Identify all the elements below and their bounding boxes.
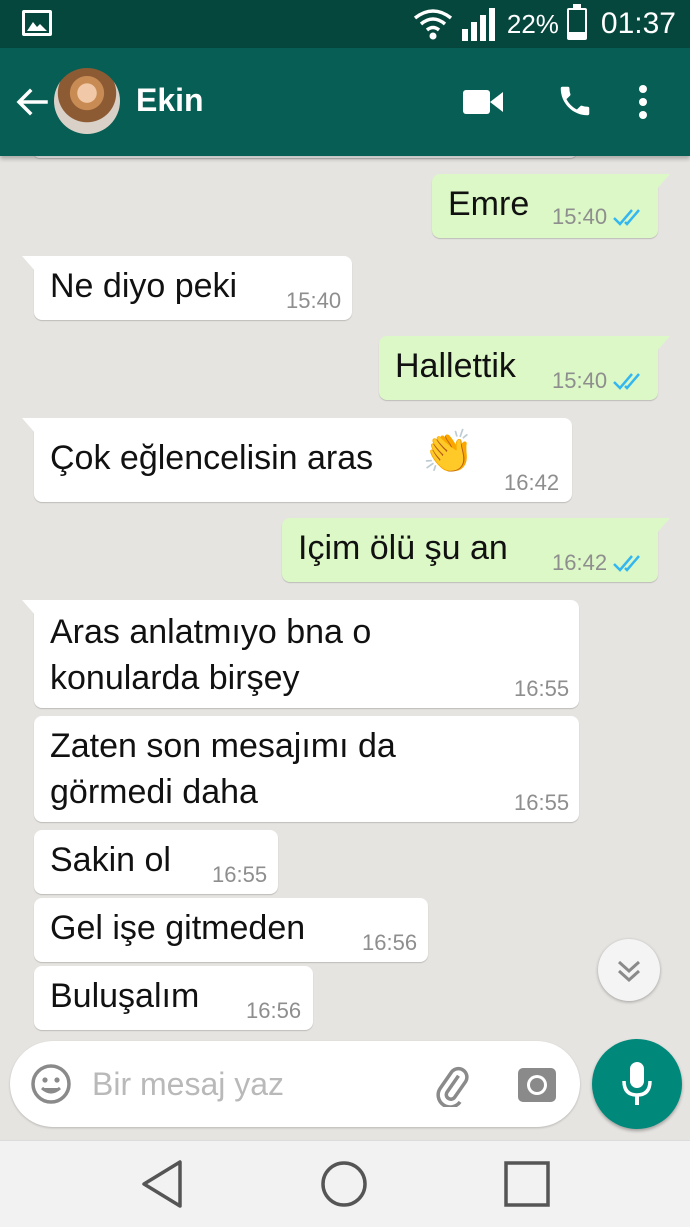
scroll-to-bottom-button[interactable] <box>598 939 660 1001</box>
message-text-line: Aras anlatmıyo bna o <box>50 613 372 651</box>
message-text-line: konularda birşey <box>50 659 300 697</box>
status-bar: 22% 01:37 <box>0 0 690 48</box>
double-check-icon <box>613 555 640 572</box>
partial-message <box>34 156 576 158</box>
message-text: Buluşalım <box>50 977 200 1015</box>
incoming-message[interactable]: Sakin ol 16:55 <box>34 830 278 894</box>
back-arrow-icon[interactable] <box>12 82 52 122</box>
mic-icon <box>622 1062 652 1105</box>
battery-percent: 22% <box>506 8 559 39</box>
message-text: Ne diyo peki <box>50 267 238 305</box>
more-vert-icon[interactable] <box>636 84 650 120</box>
back-triangle-icon[interactable] <box>140 1159 184 1209</box>
message-time: 15:40 <box>286 288 342 313</box>
recents-square-icon[interactable] <box>504 1161 550 1207</box>
camera-icon[interactable] <box>516 1063 558 1105</box>
paperclip-icon[interactable] <box>430 1063 474 1107</box>
battery-icon <box>566 4 587 40</box>
message-text: Çok eğlencelisin aras <box>50 439 374 477</box>
emoji-icon[interactable] <box>30 1063 72 1105</box>
system-nav-bar <box>0 1140 690 1227</box>
double-chevron-down-icon <box>617 960 641 983</box>
message-text: Emre <box>448 185 530 223</box>
message-time: 16:55 <box>514 676 570 701</box>
wifi-icon <box>413 9 452 40</box>
message-time: 16:55 <box>212 862 268 887</box>
message-time: 16:42 <box>504 470 560 495</box>
message-time: 16:55 <box>514 790 570 815</box>
message-text: Içim ölü şu an <box>298 529 508 567</box>
message-text-line: görmedi daha <box>50 773 258 811</box>
signal-icon <box>461 8 495 41</box>
video-call-icon[interactable] <box>462 88 504 116</box>
outgoing-message[interactable]: Içim ölü şu an 16:42 <box>282 518 670 582</box>
message-composer <box>10 1041 580 1127</box>
incoming-message[interactable]: Aras anlatmıyo bna o konularda birşey 16… <box>22 600 579 708</box>
image-icon <box>22 10 52 36</box>
message-text-line: Zaten son mesajımı da <box>50 727 396 765</box>
message-list[interactable]: Emre 15:40 Ne diyo peki 15:40 Hallettik … <box>0 156 690 1040</box>
clock: 01:37 <box>600 7 676 40</box>
avatar[interactable] <box>54 68 120 134</box>
message-time: 16:56 <box>246 998 302 1023</box>
chat-header: Ekin <box>0 48 690 156</box>
clapping-hands-emoji: 👏 <box>422 428 475 475</box>
double-check-icon <box>613 373 640 390</box>
message-text: Hallettik <box>395 347 516 385</box>
incoming-message[interactable]: Gel işe gitmeden 16:56 <box>34 898 428 962</box>
message-time: 15:40 <box>552 204 608 229</box>
mic-button[interactable] <box>592 1039 682 1129</box>
message-time: 16:42 <box>552 550 608 575</box>
double-check-icon <box>613 209 640 226</box>
contact-name[interactable]: Ekin <box>136 82 204 119</box>
message-input[interactable] <box>92 1061 412 1107</box>
phone-icon[interactable] <box>556 82 594 120</box>
incoming-message[interactable]: Zaten son mesajımı da görmedi daha 16:55 <box>34 716 579 822</box>
message-text: Sakin ol <box>50 841 171 879</box>
message-text: Gel işe gitmeden <box>50 909 306 947</box>
incoming-message[interactable]: Buluşalım 16:56 <box>34 966 313 1030</box>
incoming-message[interactable]: Ne diyo peki 15:40 <box>22 256 352 320</box>
incoming-message[interactable]: Çok eğlencelisin aras 👏 16:42 <box>22 418 572 502</box>
message-time: 16:56 <box>362 930 418 955</box>
outgoing-message[interactable]: Hallettik 15:40 <box>379 336 670 400</box>
outgoing-message[interactable]: Emre 15:40 <box>432 174 670 238</box>
home-circle-icon[interactable] <box>320 1159 368 1209</box>
message-time: 15:40 <box>552 368 608 393</box>
